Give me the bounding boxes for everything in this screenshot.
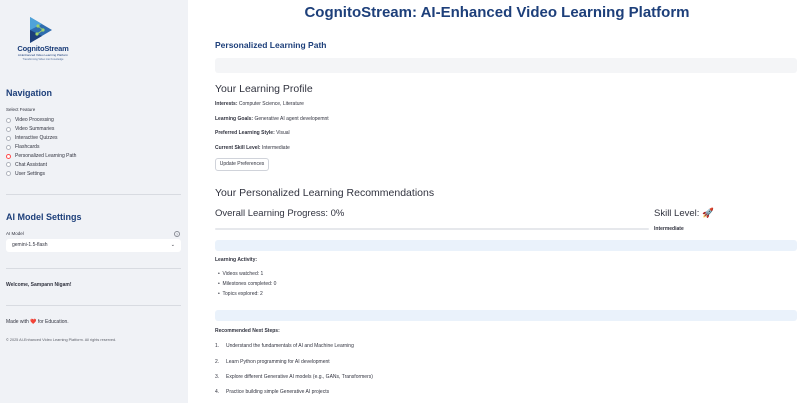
interests-value: Computer Science, Literature [238,101,304,107]
radio-chat-assistant[interactable]: Chat Assistant [6,160,76,169]
goals-value: Generative AI agent developemnt [254,116,329,122]
help-icon[interactable]: ? [174,231,180,237]
step-text: Understand the fundamentals of AI and Ma… [226,343,354,349]
skill-level-heading: Skill Level: 🚀 [654,208,714,219]
app-title: CognitoStream: AI-Enhanced Video Learnin… [304,4,690,21]
logo-mark-icon [30,17,52,43]
progress-heading: Overall Learning Progress: 0% [215,208,345,219]
select-feature-label: Select Feature [6,107,36,112]
logo-tagline: Transforming Video into Knowledge [22,58,64,61]
sidebar-divider [6,268,181,269]
radio-button[interactable] [6,162,11,168]
activity-item: • Milestones completed: 0 [218,281,277,287]
info-panel [215,310,797,321]
radio-button[interactable] [6,126,11,132]
made-with-suffix: for Education. [37,319,69,325]
radio-button[interactable] [6,135,11,141]
step-number: 2. [215,359,220,365]
heart-icon: ❤️ [30,319,37,325]
welcome-text: Welcome, Sampann Nigam! [6,282,72,288]
radio-personalized-learning-path[interactable]: Personalized Learning Path [6,152,76,161]
level-row: Current Skill Level: Intermediate [215,145,290,151]
sidebar-divider [6,194,181,195]
ai-settings-heading: AI Model Settings [6,212,82,222]
radio-video-processing[interactable]: Video Processing [6,116,76,125]
radio-label: Flashcards [15,144,40,151]
ai-model-value: gemini-1.5-flash [12,242,48,248]
made-with-prefix: Made with [6,319,29,325]
goals-row: Learning Goals: Generative AI agent deve… [215,116,329,122]
logo-subtitle: AI-Enhanced Video Learning Platform [17,53,69,57]
info-panel [215,58,797,73]
step-text: Explore different Generative AI models (… [226,374,373,380]
ai-model-select[interactable]: gemini-1.5-flash ⌄ [6,239,181,252]
style-row: Preferred Learning Style: Visual [215,130,290,136]
profile-heading: Your Learning Profile [215,83,313,95]
skill-level-value: Intermediate [654,226,684,232]
level-value: Intermediate [261,145,290,151]
step-text: Learn Python programming for AI developm… [226,359,330,365]
radio-flashcards[interactable]: Flashcards [6,143,76,152]
activity-text: Milestones completed: 0 [222,281,277,287]
section-title: Personalized Learning Path [215,40,327,50]
made-with-text: Made with ❤️ for Education. [6,319,69,325]
logo-title: CognitoStream [17,44,69,53]
activity-item: • Videos watched: 1 [218,271,264,277]
radio-user-settings[interactable]: User Settings [6,169,76,178]
radio-button[interactable] [6,117,11,123]
radio-label: Interactive Quizzes [15,135,58,142]
activity-text: Topics explored: 2 [222,291,263,297]
update-preferences-button[interactable]: Update Preferences [215,158,269,171]
cognitostream-logo: CognitoStream AI-Enhanced Video Learning… [12,16,74,66]
recommendations-heading: Your Personalized Learning Recommendatio… [215,187,435,199]
radio-label: Video Processing [15,117,54,124]
radio-label: User Settings [15,170,46,177]
level-label: Current Skill Level: [215,145,261,151]
step-number: 1. [215,343,220,349]
radio-label: Personalized Learning Path [15,153,77,159]
next-steps-heading: Recommended Next Steps: [215,328,280,334]
goals-label: Learning Goals: [215,116,254,122]
copyright-text: © 2025 AI-Enhanced Video Learning Platfo… [6,338,117,342]
step-text: Practice building simple Generative AI p… [226,389,330,395]
chevron-down-icon: ⌄ [170,242,175,248]
interests-label: Interests: [215,101,238,107]
radio-label: Chat Assistant [15,161,47,168]
sidebar-divider [6,305,181,306]
step-number: 4. [215,389,220,395]
radio-label: Video Summaries [15,126,55,133]
activity-item: • Topics explored: 2 [218,291,263,297]
feature-radio-group: Video Processing Video Summaries Interac… [6,116,76,178]
radio-interactive-quizzes[interactable]: Interactive Quizzes [6,134,76,143]
interests-row: Interests: Computer Science, Literature [215,101,304,107]
radio-button[interactable] [6,171,11,177]
style-value: Visual [276,130,290,136]
progress-bar [215,228,649,230]
radio-button[interactable] [6,144,11,150]
navigation-heading: Navigation [6,88,53,98]
step-number: 3. [215,374,220,380]
style-label: Preferred Learning Style: [215,130,275,136]
info-panel [215,240,797,251]
radio-video-summaries[interactable]: Video Summaries [6,125,76,134]
radio-button-selected[interactable] [6,153,11,159]
activity-text: Videos watched: 1 [222,271,264,277]
sidebar: CognitoStream AI-Enhanced Video Learning… [0,0,188,403]
activity-heading: Learning Activity: [215,257,258,263]
ai-model-label: AI Model [6,231,24,236]
